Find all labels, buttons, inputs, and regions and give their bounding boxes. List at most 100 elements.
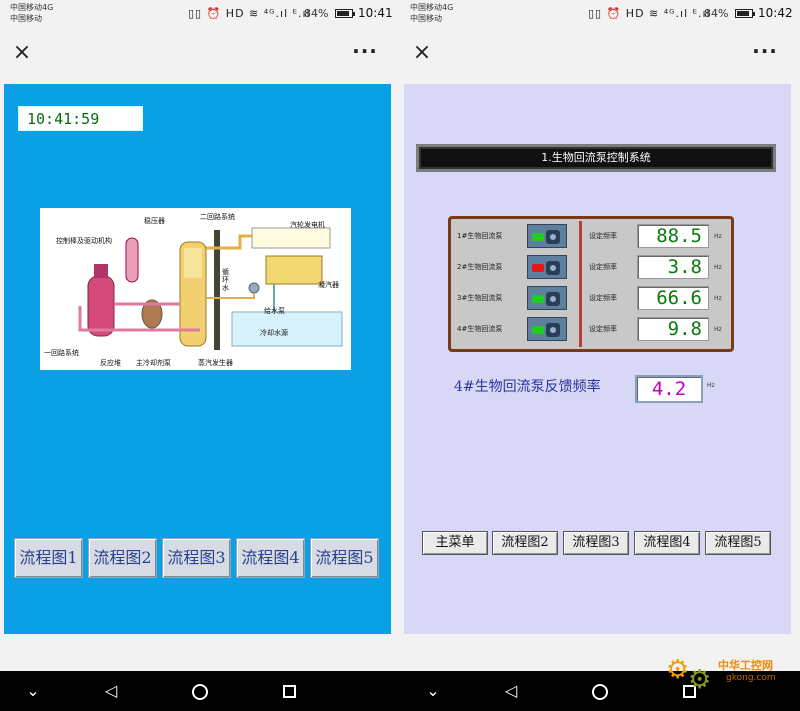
steam-dome-shape xyxy=(184,248,202,278)
feedback-frequency-label: 4#生物回流泵反馈频率 xyxy=(454,379,601,395)
close-icon[interactable]: × xyxy=(410,41,434,65)
pump-icon[interactable] xyxy=(527,286,567,310)
feedback-frequency-unit: Hz xyxy=(707,382,715,389)
freq-label: 设定频率 xyxy=(589,263,617,271)
pump-icon[interactable] xyxy=(527,317,567,341)
label-main-pump: 主冷却剂泵 xyxy=(136,359,171,367)
battery-icon xyxy=(735,9,755,18)
gear-icon: ⚙ xyxy=(688,665,712,695)
feedback-frequency-value: 4.2 xyxy=(635,375,703,403)
more-options-icon[interactable]: ··· xyxy=(350,39,380,63)
app-navbar: × ··· xyxy=(400,28,800,78)
close-icon[interactable]: × xyxy=(10,41,34,65)
right-phone: 中国移动4G 中国移动 ▯▯ ⏰ HD ≋ ⁴ᴳ.ıl ᴱ.ıl 84% 10:… xyxy=(400,0,800,671)
chevron-down-icon[interactable]: ⌄ xyxy=(418,679,448,703)
watermark-text: 中华工控网 xyxy=(718,659,773,672)
back-icon[interactable]: ◁ xyxy=(96,679,126,703)
freq-input[interactable]: 66.6 xyxy=(637,286,709,310)
flowchart-1-button[interactable]: 流程图1 xyxy=(14,538,83,578)
freq-input[interactable]: 9.8 xyxy=(637,317,709,341)
label-reactor: 反应堆 xyxy=(100,359,121,367)
label-secondary-loop: 二回路系统 xyxy=(200,213,235,221)
reactor-diagram-graphic xyxy=(78,227,343,350)
recent-apps-icon[interactable] xyxy=(274,679,304,703)
carrier-secondary: 中国移动 xyxy=(410,14,442,23)
reactor-process-diagram: 稳压器 二回路系统 汽轮发电机 控制棒及驱动机构 循环水 凝汽器 给水泵 一回路… xyxy=(40,208,351,370)
home-icon[interactable] xyxy=(585,679,615,703)
condenser-shape xyxy=(265,255,323,285)
hmi-screen-main: 10:41:59 稳压器 二回路系统 汽轮发电机 控制棒及驱动机构 循环水 凝汽… xyxy=(4,84,391,634)
watermark-url: gkong.com xyxy=(726,673,776,683)
freq-label: 设定频率 xyxy=(589,294,617,302)
pump-body xyxy=(546,230,560,244)
flowchart-button-row: 流程图1 流程图2 流程图3 流程图4 流程图5 xyxy=(14,538,380,578)
pump-body xyxy=(546,323,560,337)
battery-percentage: 84% xyxy=(704,7,729,20)
hmi-screen-pump-control: 1.生物回流泵控制系统 1#生物回流泵 设定频率 88.5 Hz 2#生物回流泵… xyxy=(404,84,791,634)
label-turbine-generator: 汽轮发电机 xyxy=(290,221,325,229)
pump-row-4: 4#生物回流泵 设定频率 9.8 Hz xyxy=(451,314,731,344)
status-bar: 中国移动4G 中国移动 ▯▯ ⏰ HD ≋ ⁴ᴳ.ıl ᴱ.ıl 84% 10:… xyxy=(400,0,800,28)
pump-icon[interactable] xyxy=(527,224,567,248)
carrier-primary: 中国移动4G xyxy=(10,3,54,12)
freq-unit: Hz xyxy=(714,233,722,240)
pump-row-3: 3#生物回流泵 设定频率 66.6 Hz xyxy=(451,283,731,313)
pump-name: 3#生物回流泵 xyxy=(457,294,503,302)
flowchart-2-button[interactable]: 流程图2 xyxy=(492,531,558,555)
pump-body xyxy=(546,292,560,306)
pump-icon[interactable] xyxy=(527,255,567,279)
flowchart-3-button[interactable]: 流程图3 xyxy=(563,531,629,555)
label-circulating-water: 循环水 xyxy=(222,268,229,292)
freq-input[interactable]: 88.5 xyxy=(637,224,709,248)
feed-pump-shape xyxy=(248,282,260,294)
pump-row-1: 1#生物回流泵 设定频率 88.5 Hz xyxy=(451,221,731,251)
status-clock: 10:42 xyxy=(758,6,793,20)
more-options-icon[interactable]: ··· xyxy=(750,39,780,63)
pump-name: 1#生物回流泵 xyxy=(457,232,503,240)
label-condenser: 凝汽器 xyxy=(318,281,339,289)
flowchart-4-button[interactable]: 流程图4 xyxy=(236,538,305,578)
pump-status-indicator xyxy=(532,295,544,303)
freq-unit: Hz xyxy=(714,326,722,333)
pump-body xyxy=(546,261,560,275)
freq-unit: Hz xyxy=(714,264,722,271)
flowchart-5-button[interactable]: 流程图5 xyxy=(705,531,771,555)
freq-label: 设定频率 xyxy=(589,325,617,333)
feedwater-pipe xyxy=(206,293,255,299)
control-rod-shape xyxy=(94,264,108,278)
status-bar: 中国移动4G 中国移动 ▯▯ ⏰ HD ≋ ⁴ᴳ.ıl ᴱ.ıl 84% 10:… xyxy=(0,0,400,28)
flowchart-2-button[interactable]: 流程图2 xyxy=(88,538,157,578)
back-icon[interactable]: ◁ xyxy=(496,679,526,703)
label-control-rod: 控制棒及驱动机构 xyxy=(56,237,112,245)
watermark-logo: ⚙ ⚙ 中华工控网 gkong.com xyxy=(666,655,796,695)
navigation-button-row: 主菜单 流程图2 流程图3 流程图4 流程图5 xyxy=(422,531,772,555)
freq-unit: Hz xyxy=(714,295,722,302)
pump-row-2: 2#生物回流泵 设定频率 3.8 Hz xyxy=(451,252,731,282)
battery-fill xyxy=(337,11,349,16)
pump-name: 4#生物回流泵 xyxy=(457,325,503,333)
stabilizer-shape xyxy=(125,237,139,283)
flowchart-4-button[interactable]: 流程图4 xyxy=(634,531,700,555)
flowchart-3-button[interactable]: 流程图3 xyxy=(162,538,231,578)
carrier-primary: 中国移动4G xyxy=(410,3,454,12)
status-icons: ▯▯ ⏰ HD ≋ ⁴ᴳ.ıl ᴱ.ıl xyxy=(588,7,711,20)
status-icons: ▯▯ ⏰ HD ≋ ⁴ᴳ.ıl ᴱ.ıl xyxy=(188,7,311,20)
turbine-shape xyxy=(251,227,331,249)
pump-name: 2#生物回流泵 xyxy=(457,263,503,271)
pump-status-indicator xyxy=(532,264,544,272)
chevron-down-icon[interactable]: ⌄ xyxy=(18,679,48,703)
page-title: 1.生物回流泵控制系统 xyxy=(416,144,776,172)
label-cooling-water: 冷却水源 xyxy=(260,329,288,337)
freq-input[interactable]: 3.8 xyxy=(637,255,709,279)
freq-label: 设定频率 xyxy=(589,232,617,240)
main-menu-button[interactable]: 主菜单 xyxy=(422,531,488,555)
label-primary-loop: 一回路系统 xyxy=(44,349,79,357)
left-phone: 中国移动4G 中国移动 ▯▯ ⏰ HD ≋ ⁴ᴳ.ıl ᴱ.ıl 84% 10:… xyxy=(0,0,400,671)
home-icon[interactable] xyxy=(185,679,215,703)
hmi-clock: 10:41:59 xyxy=(18,106,143,131)
battery-percentage: 84% xyxy=(304,7,329,20)
status-clock: 10:41 xyxy=(358,6,393,20)
flowchart-5-button[interactable]: 流程图5 xyxy=(310,538,379,578)
label-steam-generator: 蒸汽发生器 xyxy=(198,359,233,367)
pump-status-indicator xyxy=(532,326,544,334)
